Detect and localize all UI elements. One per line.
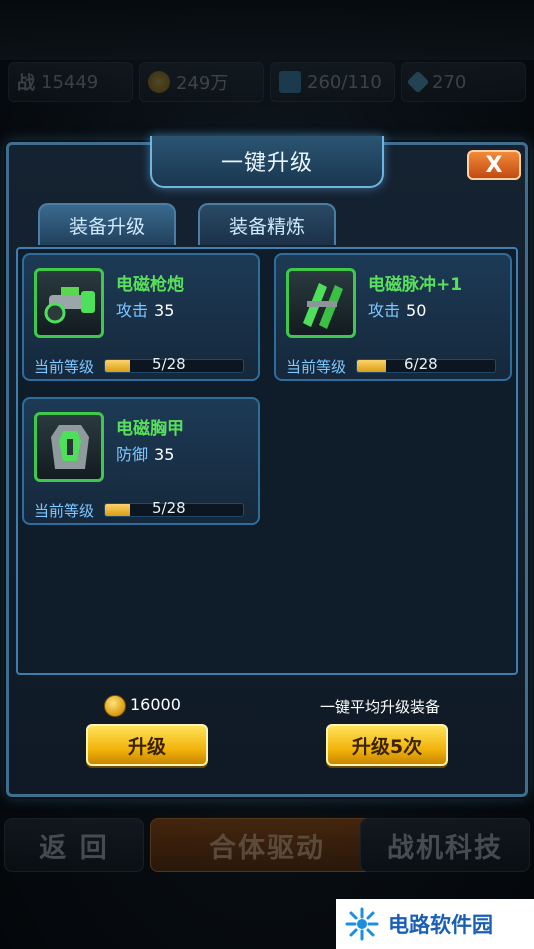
item-stat: 攻击 35 (116, 297, 174, 321)
level-progress-fill (357, 360, 386, 372)
item-stat-value: 50 (406, 301, 427, 320)
level-label: 当前等级 (34, 358, 95, 376)
watermark-text: 电路软件园 (388, 913, 493, 937)
equipment-card[interactable]: 电磁枪炮 攻击 35 当前等级 5/28 (22, 253, 260, 381)
level-progress-fill (105, 360, 130, 372)
tab-equip-upgrade[interactable]: 装备升级 (38, 203, 176, 245)
emp-pulse-icon (286, 268, 356, 338)
level-progress-fill (105, 504, 130, 516)
item-stat-label: 攻击 (368, 301, 401, 320)
upgrade-cost: 16000 (130, 695, 181, 714)
upgrade-five-times-label: 升级5次 (351, 735, 423, 758)
item-stat-value: 35 (154, 301, 175, 320)
item-stat-label: 攻击 (116, 301, 149, 320)
upgrade-button[interactable]: 升级 (86, 724, 208, 766)
upgrade-five-times-button[interactable]: 升级5次 (326, 724, 448, 766)
upgrade-button-label: 升级 (127, 735, 166, 758)
dialog-title: 一键升级 (220, 151, 313, 176)
item-name: 电磁脉冲+1 (368, 275, 463, 295)
item-name: 电磁枪炮 (116, 275, 184, 295)
item-stat: 防御 35 (116, 441, 174, 465)
level-value: 5/28 (152, 499, 186, 517)
gold-coin-icon (104, 695, 126, 717)
level-label: 当前等级 (286, 358, 347, 376)
equipment-card[interactable]: 电磁脉冲+1 攻击 50 当前等级 6/28 (274, 253, 512, 381)
level-value: 6/28 (404, 355, 438, 373)
average-upgrade-hint: 一键平均升级装备 (320, 698, 441, 716)
item-stat-label: 防御 (116, 445, 149, 464)
close-icon: X (485, 152, 503, 178)
equipment-card[interactable]: 电磁胸甲 防御 35 当前等级 5/28 (22, 397, 260, 525)
level-value: 5/28 (152, 355, 186, 373)
level-label: 当前等级 (34, 502, 95, 520)
close-button[interactable]: X (467, 150, 521, 180)
dialog-titlebar: 一键升级 (150, 136, 384, 188)
tab-equip-refine-label: 装备精炼 (228, 215, 305, 238)
tab-equip-upgrade-label: 装备升级 (68, 215, 145, 238)
emp-armor-icon (34, 412, 104, 482)
item-name: 电磁胸甲 (116, 419, 184, 439)
item-stat-value: 35 (154, 445, 175, 464)
tab-equip-refine[interactable]: 装备精炼 (198, 203, 336, 245)
watermark-logo-icon (345, 907, 379, 941)
item-stat: 攻击 50 (368, 297, 426, 321)
site-watermark: 电路软件园 (336, 899, 534, 949)
emp-cannon-icon (34, 268, 104, 338)
